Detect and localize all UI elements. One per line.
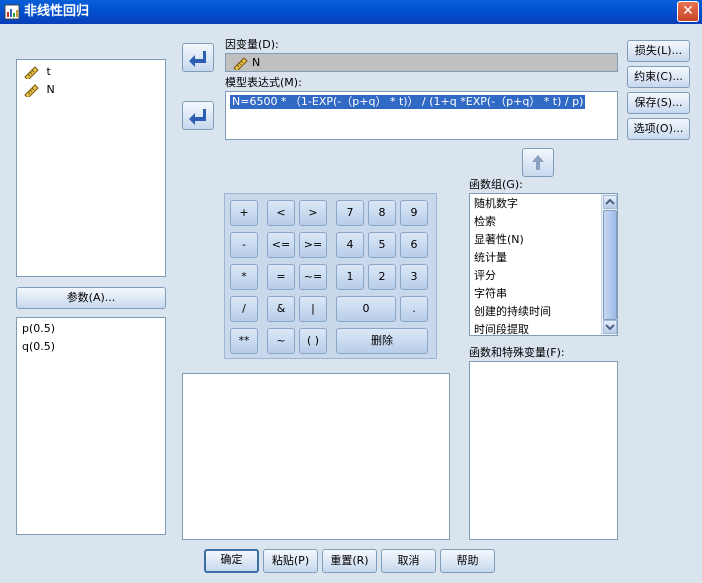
key-6[interactable]: 6	[400, 232, 428, 258]
ok-button[interactable]: 确定	[204, 549, 259, 573]
list-item[interactable]: p(0.5)	[22, 320, 55, 338]
move-up-button[interactable]	[522, 148, 554, 177]
window-title: 非线性回归	[24, 4, 90, 19]
dependent-value: N	[252, 56, 261, 69]
paste-button[interactable]: 粘贴(P)	[263, 549, 318, 573]
list-item[interactable]: 字符串	[474, 285, 507, 303]
list-item[interactable]: N	[23, 81, 55, 99]
key-power[interactable]: **	[230, 328, 258, 354]
move-to-dependent-button[interactable]	[182, 43, 214, 72]
save-button[interactable]: 保存(S)...	[627, 92, 690, 114]
key-7[interactable]: 7	[336, 200, 364, 226]
function-description-box	[182, 373, 450, 540]
key-3[interactable]: 3	[400, 264, 428, 290]
constraints-button[interactable]: 约束(C)...	[627, 66, 690, 88]
dependent-field[interactable]: N	[225, 53, 618, 72]
parameters-list[interactable]: p(0.5) q(0.5)	[16, 317, 166, 535]
list-item[interactable]: 随机数字	[474, 195, 518, 213]
key-2[interactable]: 2	[368, 264, 396, 290]
variable-name: t	[46, 65, 51, 78]
list-item[interactable]: t	[23, 63, 51, 81]
key-parentheses[interactable]: ( )	[299, 328, 327, 354]
key-4[interactable]: 4	[336, 232, 364, 258]
key-1[interactable]: 1	[336, 264, 364, 290]
key-not-equal[interactable]: ~=	[299, 264, 327, 290]
scale-variable-icon	[24, 66, 39, 81]
list-item[interactable]: 创建的持续时间	[474, 303, 551, 321]
close-icon: ✕	[682, 3, 694, 19]
key-zero[interactable]: 0	[336, 296, 396, 322]
list-item[interactable]: 统计量	[474, 249, 507, 267]
key-greater-than[interactable]: >	[299, 200, 327, 226]
list-item[interactable]: 评分	[474, 267, 496, 285]
title-bar: 非线性回归 ✕	[0, 0, 702, 24]
list-item[interactable]: 显著性(N)	[474, 231, 524, 249]
key-5[interactable]: 5	[368, 232, 396, 258]
help-button[interactable]: 帮助	[440, 549, 495, 573]
key-not[interactable]: ~	[267, 328, 295, 354]
delete-button[interactable]: 删除	[336, 328, 428, 354]
functions-special-list[interactable]	[469, 361, 618, 540]
arrow-left-icon	[189, 109, 206, 125]
function-group-label: 函数组(G):	[469, 178, 523, 191]
key-less-than[interactable]: <	[267, 200, 295, 226]
list-item[interactable]: 检索	[474, 213, 496, 231]
key-greater-equal[interactable]: >=	[299, 232, 327, 258]
expression-text: N=6500 * （1-EXP(-（p+q） * t)） / (1+q *EXP…	[230, 95, 586, 109]
loss-button[interactable]: 损失(L)...	[627, 40, 690, 62]
list-item[interactable]: q(0.5)	[22, 338, 55, 356]
key-less-equal[interactable]: <=	[267, 232, 295, 258]
scroll-thumb[interactable]	[603, 210, 617, 320]
chevron-up-icon	[605, 198, 615, 205]
key-minus[interactable]: -	[230, 232, 258, 258]
list-item[interactable]: 时间段提取	[474, 321, 529, 335]
scale-variable-icon	[24, 84, 39, 99]
cancel-button[interactable]: 取消	[381, 549, 436, 573]
move-to-expression-button[interactable]	[182, 101, 214, 130]
options-button[interactable]: 选项(O)...	[627, 118, 690, 140]
key-plus[interactable]: +	[230, 200, 258, 226]
key-decimal[interactable]: .	[400, 296, 428, 322]
chevron-down-icon	[605, 324, 615, 331]
close-button[interactable]: ✕	[677, 1, 699, 22]
arrow-up-icon	[532, 155, 544, 170]
arrow-left-icon	[189, 51, 206, 67]
functions-special-label: 函数和特殊变量(F):	[469, 346, 565, 359]
scale-variable-icon	[233, 57, 248, 70]
app-icon	[4, 4, 20, 20]
scroll-up-button[interactable]	[603, 195, 617, 209]
key-or[interactable]: |	[299, 296, 327, 322]
key-multiply[interactable]: *	[230, 264, 258, 290]
function-group-list[interactable]: 随机数字 检索 显著性(N) 统计量 评分 字符串 创建的持续时间 时间段提取	[469, 193, 618, 336]
key-and[interactable]: &	[267, 296, 295, 322]
key-8[interactable]: 8	[368, 200, 396, 226]
expression-field[interactable]: N=6500 * （1-EXP(-（p+q） * t)） / (1+q *EXP…	[225, 91, 618, 140]
variables-list[interactable]: t N	[16, 59, 166, 277]
key-divide[interactable]: /	[230, 296, 258, 322]
scroll-down-button[interactable]	[603, 320, 617, 334]
dependent-label: 因变量(D):	[225, 38, 279, 51]
variable-name: N	[46, 83, 55, 96]
key-equals[interactable]: =	[267, 264, 295, 290]
expression-label: 模型表达式(M):	[225, 76, 302, 89]
key-9[interactable]: 9	[400, 200, 428, 226]
reset-button[interactable]: 重置(R)	[322, 549, 377, 573]
scrollbar[interactable]	[601, 194, 617, 335]
parameters-button[interactable]: 参数(A)...	[16, 287, 166, 309]
